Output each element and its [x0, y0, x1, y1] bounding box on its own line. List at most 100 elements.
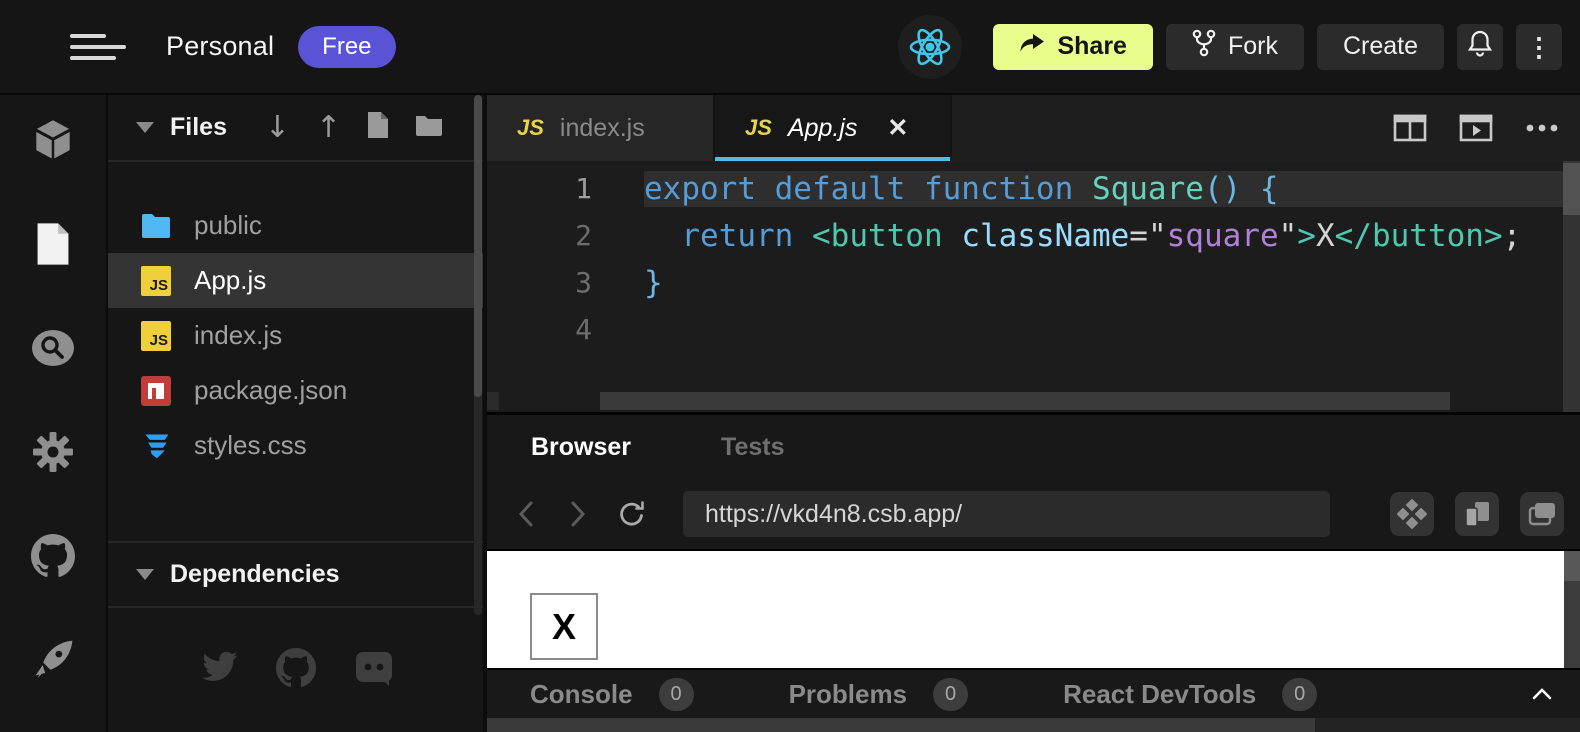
settings-gear-icon[interactable] [29, 428, 77, 476]
line-number: 2 [487, 219, 644, 252]
code-line: 4 [487, 306, 1580, 353]
file-list: public JS App.js JS index.js package.jso… [108, 198, 483, 473]
open-new-window-icon[interactable] [1455, 492, 1499, 536]
file-row-appjs[interactable]: JS App.js [108, 253, 483, 308]
folder-icon [140, 210, 172, 242]
count-badge: 0 [933, 678, 968, 711]
deploy-rocket-icon[interactable] [29, 636, 77, 684]
reload-icon[interactable] [615, 497, 649, 531]
code-line: 3 } [487, 259, 1580, 306]
ellipsis-horizontal-icon[interactable] [1524, 113, 1560, 143]
files-panel-icon[interactable] [29, 220, 77, 268]
editor-toolbar [952, 95, 1580, 161]
dependencies-section-header[interactable]: Dependencies [108, 541, 483, 608]
share-button[interactable]: Share [993, 24, 1152, 70]
files-section-header[interactable]: Files ↓ ↑ [108, 95, 483, 162]
css-file-icon [140, 430, 172, 462]
js-file-icon: JS [140, 320, 172, 352]
files-actions: ↓ ↑ [265, 111, 443, 144]
duplicate-window-icon[interactable] [1520, 492, 1564, 536]
close-tab-icon[interactable]: ✕ [887, 113, 908, 143]
editor-column: JS index.js JS App.js ✕ [483, 95, 1580, 732]
code-line: 2 return <button className="square">X</b… [487, 212, 1580, 259]
split-view-icon[interactable] [1392, 113, 1428, 143]
main-area: Files ↓ ↑ public [0, 95, 1580, 732]
share-icon [1019, 31, 1045, 62]
top-bar: Personal Free Share [0, 0, 1580, 95]
react-logo-icon[interactable] [898, 15, 962, 79]
preview-panel: Browser Tests h [487, 412, 1580, 732]
back-icon[interactable] [509, 497, 543, 531]
chevron-down-icon [136, 122, 154, 133]
npm-file-icon [140, 375, 172, 407]
code-text: } [644, 265, 1580, 301]
responsive-mode-icon[interactable] [1390, 492, 1434, 536]
fork-icon [1192, 29, 1216, 64]
devtools-bar: Console 0 Problems 0 React DevTools 0 [487, 668, 1580, 718]
github-link-icon[interactable] [274, 646, 318, 690]
count-badge: 0 [1282, 678, 1317, 711]
square-button[interactable]: X [530, 593, 598, 660]
new-folder-icon[interactable] [415, 113, 443, 142]
js-lang-icon: JS [745, 115, 772, 141]
github-icon[interactable] [29, 532, 77, 580]
menu-icon[interactable] [70, 34, 126, 60]
problems-tab[interactable]: Problems 0 [789, 678, 969, 711]
preview-window-icon[interactable] [1458, 113, 1494, 143]
twitter-icon[interactable] [196, 646, 240, 690]
chevron-up-icon[interactable] [1532, 688, 1552, 700]
devtools-scrollbar-track[interactable] [487, 718, 1580, 732]
browser-toolbar: https://vkd4n8.csb.app/ [487, 479, 1580, 549]
notifications-button[interactable] [1457, 24, 1503, 70]
file-row-indexjs[interactable]: JS index.js [108, 308, 483, 363]
file-row-packagejson[interactable]: package.json [108, 363, 483, 418]
ellipsis-vertical-icon: ⋮ [1526, 34, 1552, 60]
browser-actions [1390, 492, 1564, 536]
sandbox-cube-icon[interactable] [29, 116, 77, 164]
console-tab[interactable]: Console 0 [530, 678, 694, 711]
line-number: 3 [487, 266, 644, 299]
search-icon[interactable] [29, 324, 77, 372]
preview-tabs: Browser Tests [487, 415, 1580, 479]
file-row-stylescss[interactable]: styles.css [108, 418, 483, 473]
code-editor[interactable]: 1 export default function Square() { 2 r… [487, 161, 1580, 412]
file-row-public[interactable]: public [108, 198, 483, 253]
code-text: return <button className="square">X</but… [644, 218, 1580, 254]
social-links [108, 646, 483, 690]
count-badge: 0 [659, 678, 694, 711]
tab-indexjs[interactable]: JS index.js [487, 95, 715, 161]
file-explorer: Files ↓ ↑ public [108, 95, 483, 732]
devtools-scrollbar-thumb[interactable] [487, 718, 1315, 732]
new-file-icon[interactable] [367, 111, 389, 144]
editor-vertical-scrollbar-thumb[interactable] [1563, 163, 1580, 215]
url-input[interactable]: https://vkd4n8.csb.app/ [683, 491, 1330, 537]
dependencies-title: Dependencies [170, 560, 340, 589]
js-file-icon: JS [140, 265, 172, 297]
download-icon[interactable]: ↓ [265, 113, 290, 143]
browser-preview: X [487, 549, 1580, 668]
workspace-title: Personal [166, 31, 274, 62]
fork-button[interactable]: Fork [1166, 24, 1304, 70]
js-lang-icon: JS [517, 115, 544, 141]
activity-bar [0, 95, 108, 732]
line-number: 4 [487, 313, 644, 346]
upload-icon[interactable]: ↑ [316, 113, 341, 143]
chevron-down-icon [136, 569, 154, 580]
forward-icon[interactable] [561, 497, 595, 531]
bell-icon [1467, 29, 1493, 64]
discord-icon[interactable] [352, 646, 396, 690]
create-button[interactable]: Create [1317, 24, 1444, 70]
line-number: 1 [487, 172, 644, 205]
editor-horizontal-scrollbar[interactable] [600, 392, 1450, 410]
more-options-button[interactable]: ⋮ [1516, 24, 1562, 70]
react-devtools-tab[interactable]: React DevTools 0 [1063, 678, 1317, 711]
plan-badge[interactable]: Free [298, 26, 395, 68]
preview-scrollbar-thumb[interactable] [1564, 551, 1580, 581]
tab-browser[interactable]: Browser [531, 433, 631, 462]
tab-tests[interactable]: Tests [721, 433, 784, 462]
code-text: export default function Square() { [644, 171, 1580, 207]
explorer-scrollbar-thumb[interactable] [474, 95, 482, 397]
editor-tab-bar: JS index.js JS App.js ✕ [487, 95, 1580, 161]
preview-scrollbar-track[interactable] [1564, 551, 1580, 668]
tab-appjs[interactable]: JS App.js ✕ [715, 95, 952, 161]
